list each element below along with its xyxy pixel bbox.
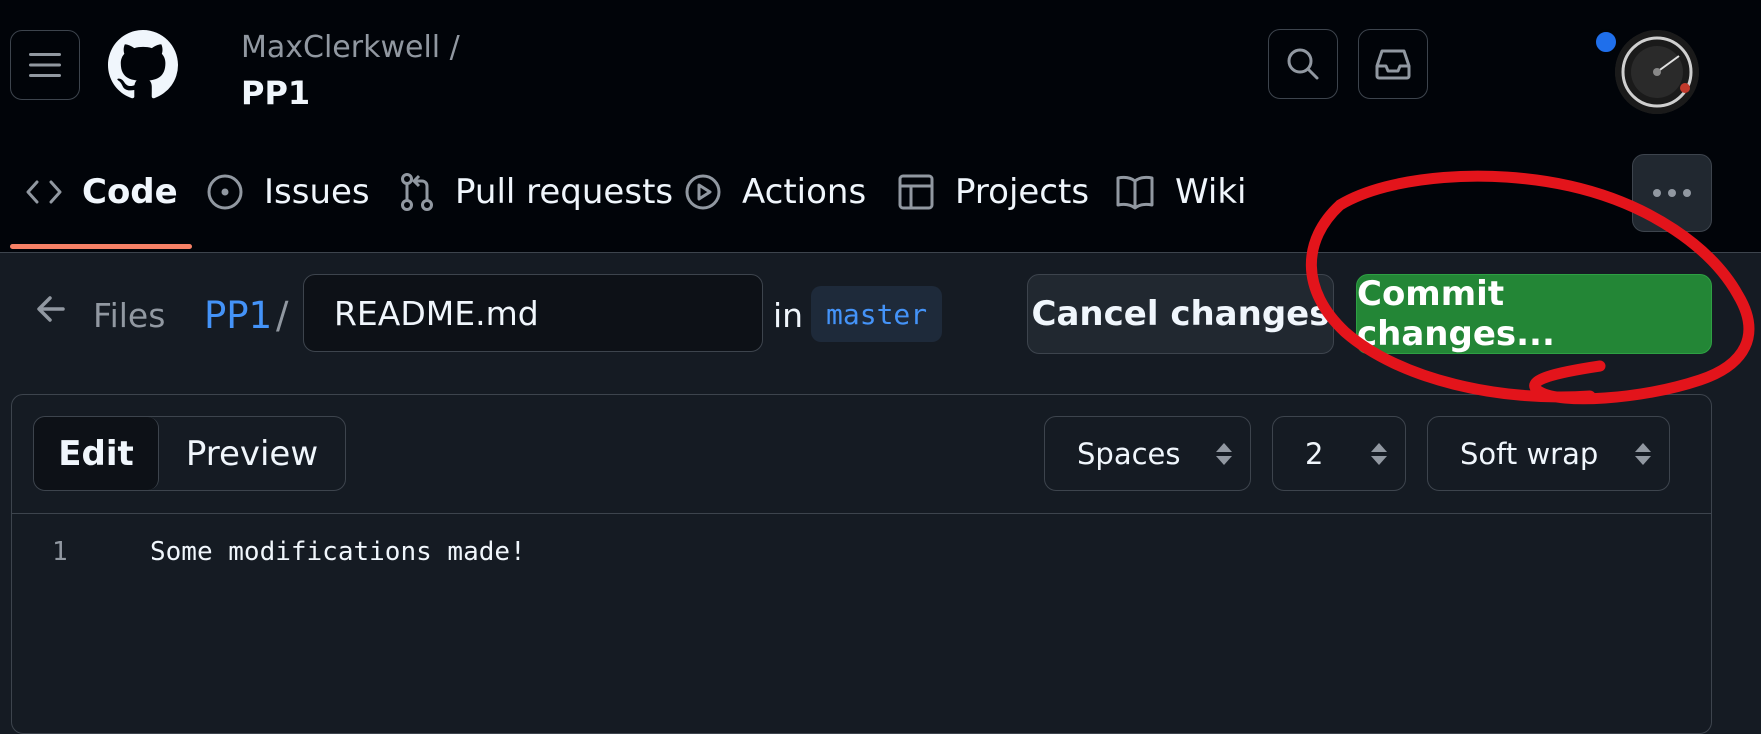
tab-code-label: Code [82, 172, 178, 212]
files-link[interactable]: Files [93, 296, 165, 335]
indent-mode-value: Spaces [1077, 436, 1181, 471]
tab-edit[interactable]: Edit [34, 417, 159, 490]
editor-panel: Edit Preview Spaces 2 Soft wrap 1 Some m… [11, 394, 1712, 734]
tab-preview[interactable]: Preview [159, 417, 345, 490]
tab-actions-label: Actions [742, 172, 867, 212]
editor-toolbar: Edit Preview Spaces 2 Soft wrap [12, 395, 1711, 514]
tab-wiki-label: Wiki [1175, 172, 1247, 212]
in-label: in [773, 296, 804, 335]
speedometer-avatar-icon [1615, 30, 1699, 114]
filename-input[interactable] [303, 274, 763, 352]
hamburger-menu-button[interactable] [10, 30, 80, 100]
book-icon [1116, 175, 1154, 210]
search-button[interactable] [1268, 29, 1338, 99]
git-pull-request-icon [401, 173, 433, 211]
code-icon [26, 180, 62, 204]
repo-name-link[interactable]: PP1 [241, 74, 310, 112]
issue-opened-icon [207, 174, 243, 210]
wrap-mode-select[interactable]: Soft wrap [1427, 416, 1670, 491]
select-caret-icon [1216, 443, 1232, 465]
tab-projects-label: Projects [955, 172, 1090, 212]
inbox-button[interactable] [1358, 29, 1428, 99]
tab-pull-requests-label: Pull requests [455, 172, 674, 212]
github-logo-icon[interactable] [108, 30, 178, 100]
inbox-icon [1375, 49, 1411, 80]
select-caret-icon [1371, 443, 1387, 465]
repo-owner-link[interactable]: MaxClerkwell / [241, 30, 460, 65]
play-icon [685, 174, 721, 210]
commit-changes-button[interactable]: Commit changes... [1356, 274, 1712, 354]
line-number: 1 [52, 537, 68, 567]
breadcrumb-separator: / [276, 294, 289, 337]
tab-projects[interactable]: Projects [897, 172, 1089, 212]
search-icon [1287, 48, 1319, 80]
tab-wiki[interactable]: Wiki [1115, 172, 1246, 212]
notification-indicator [1593, 29, 1619, 55]
breadcrumb-repo-link[interactable]: PP1 [204, 294, 272, 337]
wrap-mode-value: Soft wrap [1460, 436, 1599, 471]
edit-preview-toggle: Edit Preview [33, 416, 346, 491]
active-tab-indicator [10, 244, 192, 249]
tab-issues-label: Issues [264, 172, 370, 212]
tab-pull-requests[interactable]: Pull requests [399, 172, 673, 212]
repo-header: MaxClerkwell / PP1 Code Issues Pull requ… [0, 0, 1761, 253]
kebab-horizontal-icon [1653, 189, 1691, 197]
more-tabs-button[interactable] [1632, 154, 1712, 232]
table-icon [898, 174, 934, 210]
select-caret-icon [1635, 443, 1651, 465]
three-bars-icon [29, 53, 61, 77]
cancel-changes-button[interactable]: Cancel changes [1027, 274, 1334, 354]
tab-code[interactable]: Code [26, 172, 178, 212]
tab-issues[interactable]: Issues [206, 172, 370, 212]
tab-actions[interactable]: Actions [684, 172, 866, 212]
indent-size-value: 2 [1305, 436, 1324, 471]
indent-mode-select[interactable]: Spaces [1044, 416, 1251, 491]
indent-size-select[interactable]: 2 [1272, 416, 1406, 491]
avatar[interactable] [1615, 30, 1699, 114]
code-line[interactable]: Some modifications made! [150, 537, 526, 567]
branch-badge: master [811, 286, 943, 342]
arrow-left-icon[interactable] [36, 294, 66, 324]
